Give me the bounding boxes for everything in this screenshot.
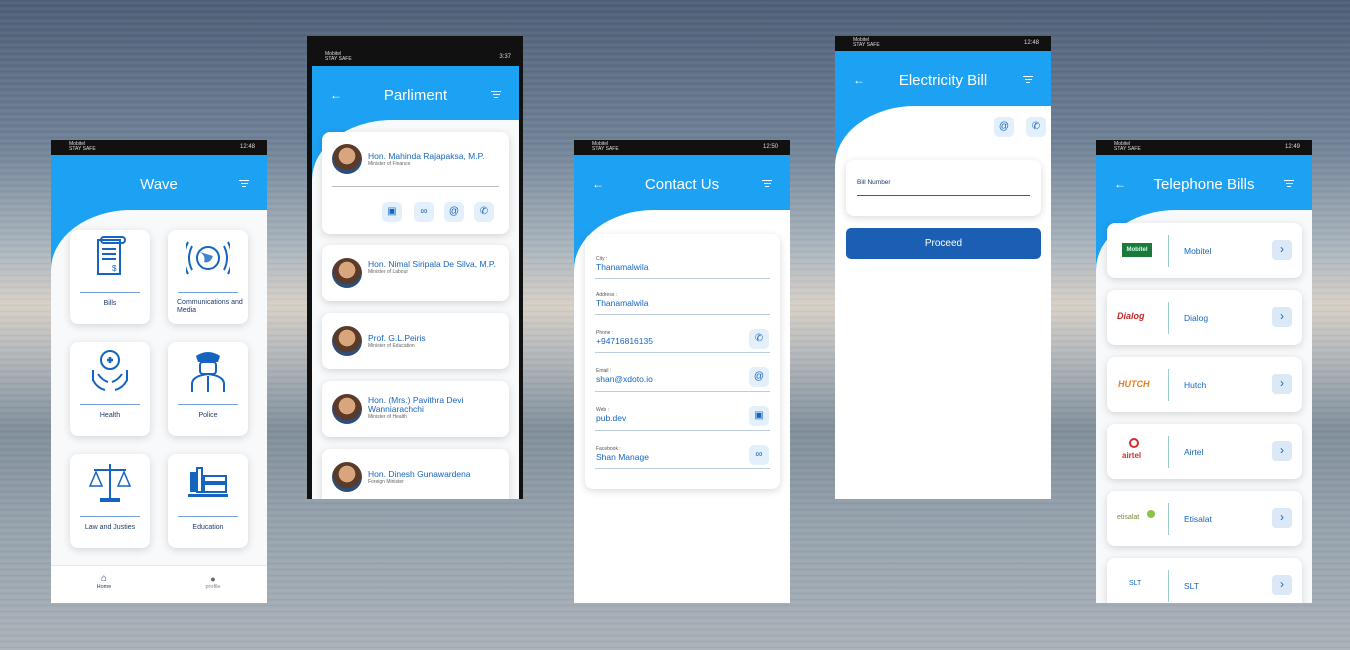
status-bar: Mobitel STAY SAFE 3:37 — [307, 50, 523, 65]
category-card-police[interactable]: Police — [168, 342, 248, 436]
phone-electricity-bill: Mobitel STAY SAFE 12:48 ← Electricity Bil… — [835, 36, 1051, 499]
nav-home[interactable]: ⌂ Home — [89, 573, 119, 591]
status-bar: Mobitel STAY SAFE 12:48 — [51, 140, 267, 155]
scales-icon — [88, 464, 132, 502]
address-value: Thanamalwila — [596, 298, 649, 308]
airtel-logo-mark — [1129, 438, 1139, 448]
page-title: Electricity Bill — [898, 72, 988, 89]
call-button[interactable]: ✆ — [474, 202, 494, 222]
category-card-education[interactable]: Education — [168, 454, 248, 548]
provider-card-etisalat[interactable]: etisalat Etisalat › — [1107, 491, 1302, 546]
phone-wave-home: Mobitel STAY SAFE 12:48 Wave $ Bills Comm… — [51, 140, 267, 603]
filter-icon[interactable] — [491, 91, 501, 100]
filter-icon[interactable] — [239, 180, 249, 189]
books-icon — [188, 467, 228, 497]
email-value: shan@xdoto.io — [596, 374, 653, 384]
category-card-law[interactable]: Law and Justies — [70, 454, 150, 548]
chevron-right-icon[interactable]: › — [1272, 441, 1292, 461]
page-title: Parliment — [383, 87, 448, 104]
hutch-logo: HUTCH — [1118, 379, 1150, 389]
web-button[interactable]: ▣ — [749, 406, 769, 426]
phone-parliament: Mobitel STAY SAFE 3:37 ← Parliment Hon. M… — [307, 36, 523, 499]
health-hands-icon — [92, 350, 128, 391]
profile-icon: ● — [210, 574, 216, 584]
category-label: Bills — [103, 300, 117, 307]
provider-card-hutch[interactable]: HUTCH Hutch › — [1107, 357, 1302, 412]
phone-contact-us: Mobitel STAY SAFE 12:50 ← Contact Us City… — [574, 140, 790, 603]
status-bar: Mobitel STAY SAFE 12:49 — [1096, 140, 1312, 155]
avatar — [332, 326, 362, 356]
status-bar: Mobitel STAY SAFE 12:48 — [835, 36, 1051, 51]
phone-telephone-bills: Mobitel STAY SAFE 12:49 ← Telephone Bills… — [1096, 140, 1312, 603]
etisalat-logo-mark — [1147, 510, 1155, 518]
email-button[interactable]: @ — [749, 367, 769, 387]
svg-text:$: $ — [112, 264, 117, 273]
category-card-communications[interactable]: Communications and Media — [168, 230, 248, 324]
category-label: Health — [99, 412, 121, 419]
member-card[interactable]: Prof. G.L.Peiris Minister of Education — [322, 313, 509, 369]
nav-profile[interactable]: ● profile — [198, 574, 228, 590]
link-button[interactable]: ∞ — [749, 445, 769, 465]
bill-number-label: Bill Number — [857, 179, 891, 186]
proceed-button[interactable]: Proceed — [846, 228, 1041, 259]
member-card[interactable]: Hon. Mahinda Rajapaksa, M.P. Minister of… — [322, 132, 509, 234]
chevron-right-icon[interactable]: › — [1272, 240, 1292, 260]
call-button[interactable]: ✆ — [1026, 117, 1046, 137]
provider-card-dialog[interactable]: Dialog Dialog › — [1107, 290, 1302, 345]
member-card[interactable]: Hon. (Mrs.) Pavithra Devi Wanniarachchi … — [322, 381, 509, 437]
avatar — [332, 462, 362, 492]
category-card-bills[interactable]: $ Bills — [70, 230, 150, 324]
avatar — [332, 144, 362, 174]
call-button[interactable]: ✆ — [749, 329, 769, 349]
police-officer-icon — [191, 352, 225, 392]
filter-icon[interactable] — [1023, 76, 1033, 85]
category-label: Police — [198, 412, 218, 419]
page-title: Telephone Bills — [1153, 176, 1255, 193]
filter-icon[interactable] — [1284, 180, 1294, 189]
page-title: Wave — [140, 176, 178, 193]
slt-logo: SLT — [1129, 580, 1142, 587]
category-label: Education — [192, 524, 224, 531]
member-card[interactable]: Hon. Nimal Siripala De Silva, M.P. Minis… — [322, 245, 509, 301]
city-value: Thanamalwila — [596, 262, 649, 272]
chevron-right-icon[interactable]: › — [1272, 374, 1292, 394]
member-card[interactable]: Hon. Dinesh Gunawardena Foreign Minister — [322, 449, 509, 499]
category-label: Communications and Media — [177, 299, 243, 314]
globe-signal-icon — [186, 241, 230, 275]
link-button[interactable]: ∞ — [414, 202, 434, 222]
chevron-right-icon[interactable]: › — [1272, 575, 1292, 595]
chevron-right-icon[interactable]: › — [1272, 307, 1292, 327]
avatar — [332, 394, 362, 424]
bill-number-card: Bill Number — [846, 160, 1041, 216]
bill-number-input[interactable] — [857, 195, 1030, 196]
provider-card-slt[interactable]: SLT SLT › — [1107, 558, 1302, 603]
email-button[interactable]: @ — [994, 117, 1014, 137]
etisalat-logo: etisalat — [1117, 514, 1140, 521]
contact-card: City : Thanamalwila Address : Thanamalwila… — [585, 234, 780, 489]
dialog-logo: Dialog — [1117, 311, 1145, 321]
web-button[interactable]: ▣ — [382, 202, 402, 222]
phone-value: +94716816135 — [596, 336, 653, 346]
bill-icon: $ — [97, 236, 126, 275]
chevron-right-icon[interactable]: › — [1272, 508, 1292, 528]
home-icon: ⌂ — [100, 573, 108, 584]
category-card-health[interactable]: Health — [70, 342, 150, 436]
mobitel-logo: Mobitel — [1122, 243, 1152, 257]
page-title: Contact Us — [644, 176, 720, 193]
bottom-navigation: ⌂ Home ● profile — [51, 565, 267, 603]
status-bar: Mobitel STAY SAFE 12:50 — [574, 140, 790, 155]
facebook-value: Shan Manage — [596, 452, 649, 462]
avatar — [332, 258, 362, 288]
email-button[interactable]: @ — [444, 202, 464, 222]
category-label: Law and Justies — [84, 524, 136, 531]
filter-icon[interactable] — [762, 180, 772, 189]
provider-card-airtel[interactable]: airtel Airtel › — [1107, 424, 1302, 479]
web-value: pub.dev — [596, 413, 627, 423]
provider-card-mobitel[interactable]: Mobitel Mobitel › — [1107, 223, 1302, 278]
airtel-logo: airtel — [1122, 451, 1142, 460]
